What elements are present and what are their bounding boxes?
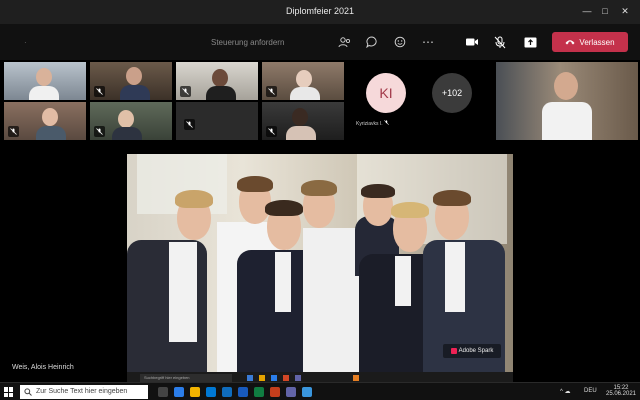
maximize-icon[interactable]: □ [598, 4, 612, 18]
presenter-name: Weis, Alois Heinrich [12, 364, 74, 371]
windows-taskbar: Zur Suche Text hier eingeben ^ ☁ DEU 15:… [0, 382, 640, 400]
leave-label: Verlassen [579, 37, 615, 47]
participant-tile[interactable] [176, 62, 258, 100]
title-bar: Diplomfeier 2021 — □ ✕ [0, 0, 640, 24]
file-explorer-icon[interactable] [190, 387, 200, 397]
word-icon[interactable] [238, 387, 248, 397]
muted-mic-icon [94, 126, 105, 137]
muted-mic-icon [94, 86, 105, 97]
participant-tile[interactable] [176, 102, 258, 140]
participant-tile[interactable] [4, 62, 86, 100]
shared-search-box: Suchbegriff hier eingeben [140, 374, 232, 382]
adobe-spark-watermark: Adobe Spark [443, 344, 501, 358]
microphone-off-icon[interactable] [492, 34, 508, 50]
participant-tile[interactable] [496, 62, 638, 140]
meeting-toolbar: · Steuerung anfordern ⋯ Verlassen [0, 24, 640, 60]
minimize-icon[interactable]: — [580, 4, 594, 18]
more-options-icon[interactable]: ⋯ [420, 34, 436, 50]
request-control-button[interactable]: Steuerung anfordern [211, 38, 284, 47]
edge-icon[interactable] [174, 387, 184, 397]
clock[interactable]: 15:22 25.06.2021 [604, 385, 638, 397]
hangup-icon [565, 40, 575, 45]
muted-mic-icon [266, 86, 277, 97]
powerpoint-icon[interactable] [270, 387, 280, 397]
store-icon[interactable] [206, 387, 216, 397]
participant-avatar[interactable]: KI [366, 73, 406, 113]
system-tray-icons[interactable]: ^ ☁ [560, 388, 570, 395]
participant-tile[interactable] [262, 62, 344, 100]
mail-icon[interactable] [222, 387, 232, 397]
task-view-icon[interactable] [158, 387, 168, 397]
participant-tile[interactable] [262, 102, 344, 140]
share-screen-icon[interactable] [522, 34, 538, 50]
more-participants-button[interactable]: +102 [432, 73, 472, 113]
excel-icon[interactable] [254, 387, 264, 397]
muted-mic-icon [8, 126, 19, 137]
muted-mic-icon [180, 86, 191, 97]
windows-start-icon[interactable] [4, 387, 14, 397]
participant-tile[interactable] [4, 102, 86, 140]
chat-icon[interactable] [364, 34, 380, 50]
shared-app-icon [259, 375, 265, 381]
teams-icon[interactable] [286, 387, 296, 397]
close-icon[interactable]: ✕ [618, 4, 632, 18]
participants-icon[interactable] [336, 34, 352, 50]
shared-app-icon [247, 375, 253, 381]
toolbar-dot: · [24, 38, 27, 47]
language-indicator[interactable]: DEU [584, 388, 597, 394]
search-icon [24, 388, 32, 396]
outlook-icon[interactable] [302, 387, 312, 397]
muted-mic-icon [384, 120, 389, 125]
camera-icon[interactable] [464, 34, 480, 50]
participant-tile[interactable] [90, 102, 172, 140]
shared-app-icon [353, 375, 359, 381]
participant-tile[interactable] [90, 62, 172, 100]
muted-mic-icon [184, 119, 195, 130]
avatar-name: Kyriziavks I. [356, 120, 408, 127]
reactions-icon[interactable] [392, 34, 408, 50]
taskbar-search-input[interactable]: Zur Suche Text hier eingeben [20, 385, 148, 399]
shared-screen: Adobe Spark Suchbegriff hier eingeben [127, 154, 513, 384]
spark-icon [450, 348, 457, 354]
leave-button[interactable]: Verlassen [552, 32, 628, 52]
muted-mic-icon [266, 126, 277, 137]
shared-app-icon [283, 375, 289, 381]
shared-app-icon [271, 375, 277, 381]
shared-app-icon [295, 375, 301, 381]
window-title: Diplomfeier 2021 [285, 6, 355, 16]
